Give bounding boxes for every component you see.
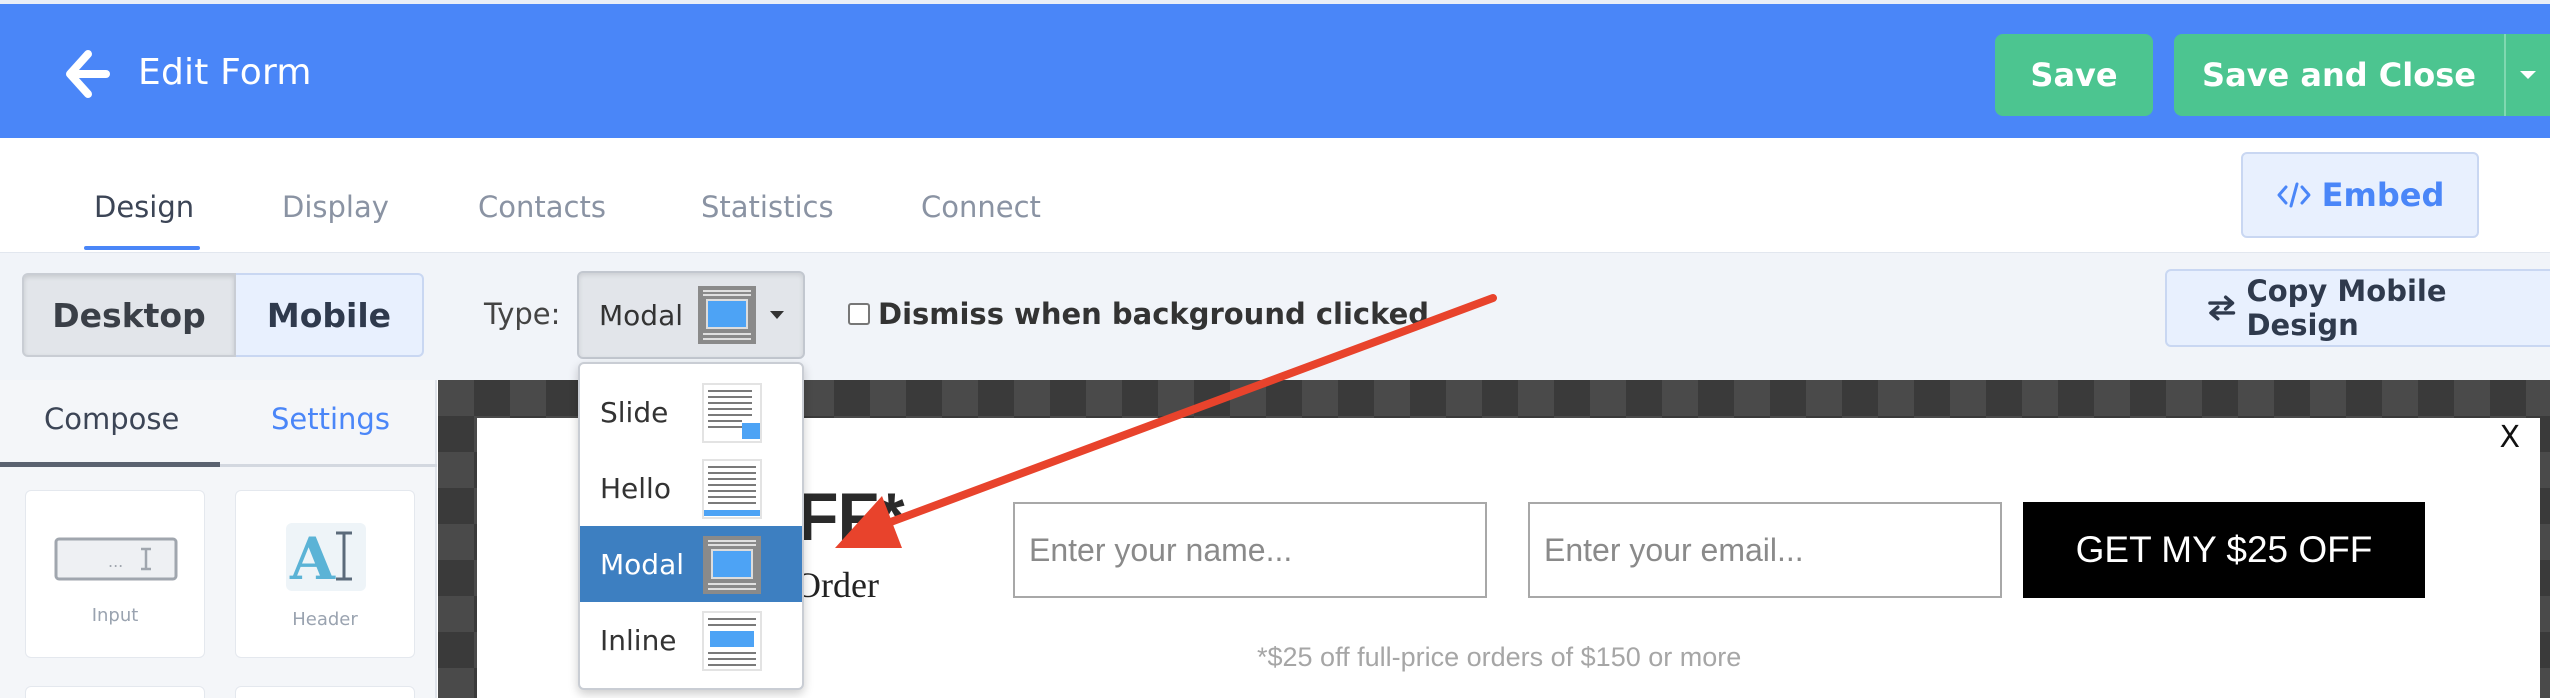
back-arrow-icon[interactable] — [58, 46, 114, 102]
name-input[interactable] — [1013, 502, 1487, 598]
close-icon[interactable]: X — [2499, 420, 2520, 455]
form-type-value: Modal — [599, 298, 683, 332]
copy-mobile-design-label: Copy Mobile Design — [2246, 274, 2447, 342]
desktop-view-toggle[interactable]: Desktop — [22, 273, 236, 357]
preview-subheadline[interactable]: Order — [795, 564, 879, 606]
disclaimer-text[interactable]: *$25 off full-price orders of $150 or mo… — [1257, 642, 1741, 673]
copy-mobile-design-button[interactable]: Copy Mobile Design — [2165, 269, 2550, 347]
type-option-label: Inline — [600, 623, 677, 657]
input-block[interactable]: ... Input — [25, 490, 205, 658]
embed-button[interactable]: Embed — [2241, 152, 2479, 238]
page-title: Edit Form — [138, 52, 312, 93]
active-panel-tab-indicator — [0, 462, 220, 467]
active-tab-indicator — [84, 246, 200, 250]
input-field-icon: ... — [54, 537, 178, 581]
header-block[interactable]: A Header — [235, 490, 415, 658]
inline-layout-icon — [702, 611, 762, 671]
top-header-bar: Edit Form Save Save and Close — [0, 0, 2550, 138]
panel-tab-divider — [220, 464, 437, 467]
caret-down-icon — [770, 311, 784, 319]
type-option-slide[interactable]: Slide — [580, 374, 802, 450]
dismiss-option: Dismiss when background clicked — [848, 297, 1429, 331]
header-block-label: Header — [292, 609, 358, 630]
type-label: Type: — [484, 297, 561, 331]
hello-bar-layout-icon — [702, 459, 762, 519]
type-option-label: Hello — [600, 471, 671, 505]
swap-arrows-icon — [2208, 295, 2236, 321]
tab-bar: Design Display Contacts Statistics Conne… — [0, 138, 2550, 252]
preview-headline[interactable]: FF* — [797, 478, 905, 556]
block-partial[interactable] — [25, 686, 205, 698]
chevron-down-icon — [2520, 71, 2536, 79]
email-input[interactable] — [1528, 502, 2002, 598]
type-option-modal[interactable]: Modal — [580, 526, 802, 602]
tab-design[interactable]: Design — [94, 190, 194, 224]
block-partial[interactable] — [235, 686, 415, 698]
design-toolbar: Desktop Mobile Type: Modal Dismiss when … — [0, 252, 2550, 380]
left-sidebar: Compose Settings ... Input A Header — [0, 380, 437, 698]
tab-connect[interactable]: Connect — [921, 190, 1041, 224]
tab-statistics[interactable]: Statistics — [701, 190, 834, 224]
text-header-icon: A — [286, 523, 366, 593]
type-option-label: Modal — [600, 547, 684, 581]
tab-compose[interactable]: Compose — [44, 402, 179, 436]
embed-button-label: Embed — [2321, 176, 2445, 214]
tab-settings[interactable]: Settings — [271, 402, 390, 436]
save-button[interactable]: Save — [1995, 34, 2153, 116]
form-type-select[interactable]: Modal — [577, 271, 805, 359]
tab-contacts[interactable]: Contacts — [478, 190, 606, 224]
svg-text:A: A — [289, 525, 336, 593]
form-type-dropdown-menu: Slide Hello Modal Inline — [578, 362, 804, 690]
save-options-dropdown-button[interactable] — [2504, 34, 2550, 116]
type-option-hello[interactable]: Hello — [580, 450, 802, 526]
mobile-view-toggle[interactable]: Mobile — [236, 273, 424, 357]
slide-layout-icon — [702, 383, 762, 443]
cta-button[interactable]: GET MY $25 OFF — [2023, 502, 2425, 598]
modal-layout-icon — [698, 286, 756, 344]
tab-display[interactable]: Display — [282, 190, 389, 224]
modal-layout-icon — [703, 536, 761, 594]
code-icon — [2277, 182, 2311, 208]
save-and-close-button[interactable]: Save and Close — [2174, 34, 2504, 116]
type-option-inline[interactable]: Inline — [580, 602, 802, 678]
input-block-label: Input — [91, 605, 139, 626]
dismiss-label: Dismiss when background clicked — [878, 297, 1430, 331]
dismiss-checkbox[interactable] — [848, 303, 870, 325]
svg-text:...: ... — [108, 552, 123, 571]
type-option-label: Slide — [600, 395, 669, 429]
